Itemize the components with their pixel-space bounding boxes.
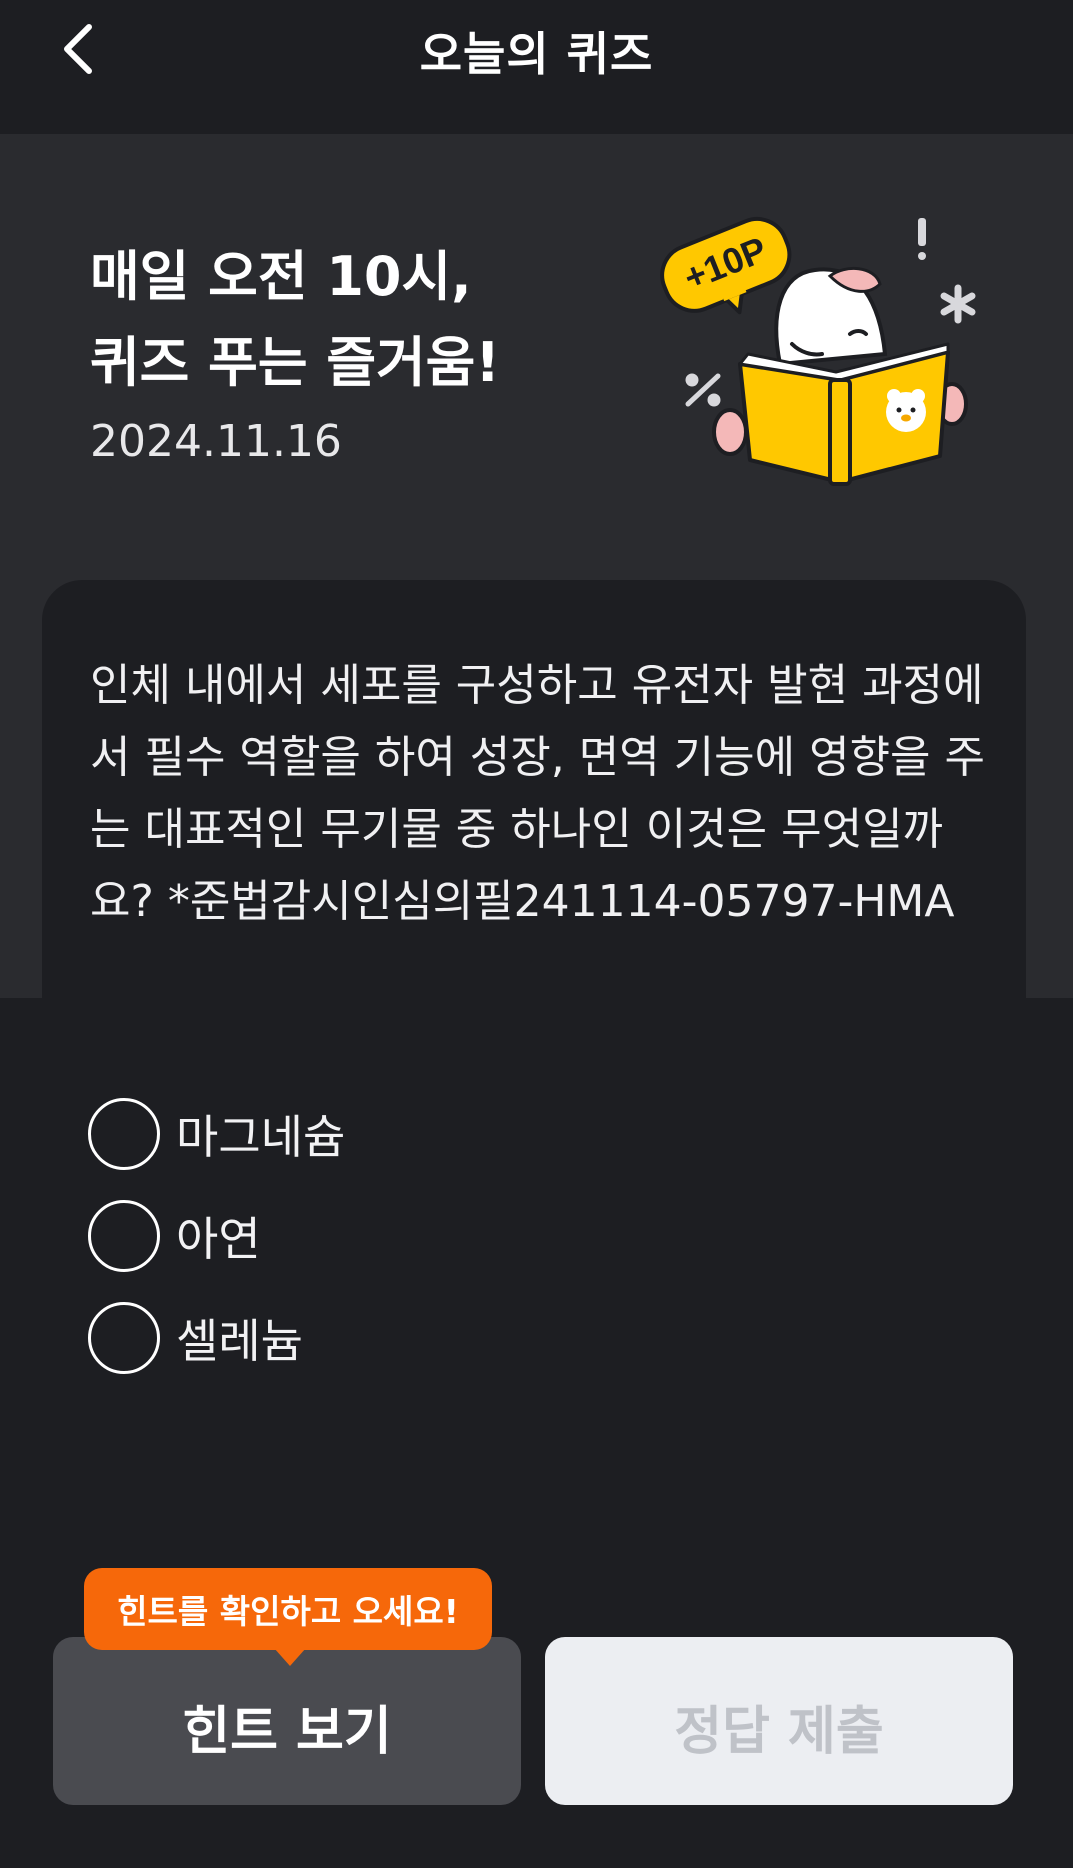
answer-options: 마그네슘 아연 셀레늄 (88, 1098, 345, 1404)
question-card: 인체 내에서 세포를 구성하고 유전자 발현 과정에서 필수 역할을 하여 성장… (42, 580, 1026, 1000)
option-item[interactable]: 셀레늄 (88, 1302, 345, 1374)
hero-title-line2: 퀴즈 푸는 즐거움! (90, 331, 500, 394)
hero-title-line1: 매일 오전 10시, (90, 245, 472, 308)
rabbit-reading-book-illustration: +10P (660, 217, 976, 486)
rabbit-left-hand (712, 408, 748, 456)
quiz-screen: 오늘의 퀴즈 매일 오전 10시, 퀴즈 푸는 즐거움! 2024.11.16 … (0, 0, 1073, 1868)
book-icon (738, 342, 950, 486)
radio-button[interactable] (88, 1302, 160, 1374)
quiz-date: 2024.11.16 (90, 416, 342, 467)
radio-button[interactable] (88, 1098, 160, 1170)
option-label: 아연 (176, 1212, 261, 1266)
option-item[interactable]: 아연 (88, 1200, 345, 1272)
option-label: 셀레늄 (176, 1314, 303, 1368)
top-app-bar: 오늘의 퀴즈 (0, 0, 1073, 134)
question-text: 인체 내에서 세포를 구성하고 유전자 발현 과정에서 필수 역할을 하여 성장… (90, 660, 985, 927)
percent-icon (685, 373, 721, 407)
submit-answer-button[interactable]: 정답 제출 (545, 1637, 1013, 1805)
page-title: 오늘의 퀴즈 (419, 27, 654, 81)
rabbit-icon (774, 266, 888, 367)
asterisk-icon (940, 284, 976, 324)
exclamation-icon (918, 218, 926, 260)
hint-tooltip: 힌트를 확인하고 오세요! (84, 1568, 492, 1666)
option-item[interactable]: 마그네슘 (88, 1098, 345, 1170)
hero-title: 매일 오전 10시, 퀴즈 푸는 즐거움! (90, 234, 500, 406)
option-label: 마그네슘 (176, 1110, 346, 1164)
radio-button[interactable] (88, 1200, 160, 1272)
